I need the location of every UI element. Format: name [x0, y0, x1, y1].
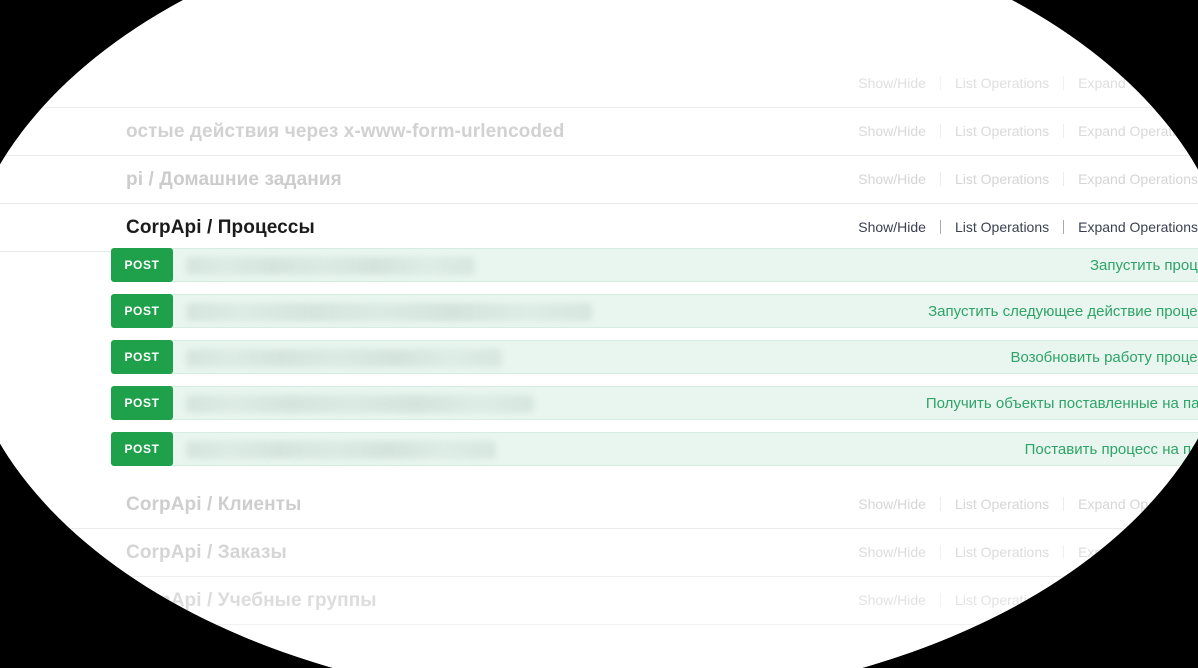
link-separator — [1063, 172, 1065, 186]
swagger-ui-page: Show/Hide List Operations Expand Operation… — [0, 0, 1198, 668]
link-separator — [939, 124, 941, 138]
operation-row[interactable]: POST Возобновить работу процесса — [111, 340, 1198, 374]
operation-description: Запустить процесс — [1089, 257, 1198, 274]
expand-operations-link[interactable]: Expand Operations — [1078, 171, 1198, 187]
list-operations-link[interactable]: List Operations — [955, 219, 1049, 235]
http-verb-badge: POST — [111, 248, 173, 282]
endpoint-path-redacted[interactable] — [186, 303, 592, 321]
show-hide-link[interactable]: Show/Hide — [858, 496, 926, 512]
expand-operations-link[interactable]: Expand Operations — [1078, 219, 1198, 235]
show-hide-link[interactable]: Show/Hide — [858, 544, 926, 560]
list-operations-link[interactable]: List Operations — [955, 171, 1049, 187]
operation-row[interactable]: POST Получить объекты поставленные на па… — [111, 386, 1198, 420]
resource-operations-links: Show/Hide List Operations — [1007, 640, 1198, 656]
link-separator — [939, 172, 941, 186]
resource-title: CorpApi / Процессы — [126, 217, 315, 238]
link-separator — [939, 497, 941, 511]
operation-row[interactable]: POST Запустить процесс — [111, 248, 1198, 282]
resource-row[interactable]: pi / Домашние задания Show/Hide List Oper… — [0, 156, 1198, 204]
resource-row[interactable]: остые действия через x-www-form-urlencod… — [0, 108, 1198, 156]
link-separator — [1088, 641, 1090, 655]
resource-row-study-groups[interactable]: CorpApi / Учебные группы Show/Hide List O… — [0, 577, 1198, 625]
screenshot-stage: Show/Hide List Operations Expand Operation… — [0, 0, 1198, 668]
operation-description: Поставить процесс на паузу — [1024, 441, 1198, 458]
endpoint-path-redacted[interactable] — [186, 349, 502, 367]
link-separator — [1063, 593, 1065, 607]
operation-description: Запустить следующее действие процесса — [928, 303, 1198, 320]
list-operations-link[interactable]: List Operations — [955, 123, 1049, 139]
link-separator — [939, 593, 941, 607]
resource-row[interactable]: Show/Hide List Operations — [0, 625, 1198, 668]
show-hide-link[interactable]: Show/Hide — [858, 123, 926, 139]
operation-row[interactable]: POST Запустить следующее действие процес… — [111, 294, 1198, 328]
link-separator — [1063, 545, 1065, 559]
expand-operations-link[interactable]: Expand Operations — [1078, 496, 1198, 512]
resource-row-orders[interactable]: CorpApi / Заказы Show/Hide List Operation… — [0, 529, 1198, 577]
resource-row-processes[interactable]: CorpApi / Процессы Show/Hide List Operati… — [0, 204, 1198, 252]
resource-title: CorpApi / Заказы — [126, 542, 287, 563]
http-verb-badge: POST — [111, 386, 173, 420]
operation-description: Получить объекты поставленные на паузу — [925, 395, 1198, 412]
spotlight-ellipse-mask: Show/Hide List Operations Expand Operation… — [0, 0, 1198, 668]
http-verb-badge: POST — [111, 432, 173, 466]
resource-operations-links: Show/Hide List Operations Expand Operation… — [858, 171, 1198, 187]
http-verb-badge: POST — [111, 294, 173, 328]
show-hide-link[interactable]: Show/Hide — [1007, 640, 1075, 656]
operation-description: Возобновить работу процесса — [1010, 349, 1198, 366]
link-separator — [1063, 497, 1065, 511]
http-verb-badge: POST — [111, 340, 173, 374]
endpoint-path-redacted[interactable] — [186, 257, 474, 275]
resource-title: CorpApi / Учебные группы — [126, 590, 377, 611]
endpoint-path-redacted[interactable] — [186, 441, 496, 459]
expand-operations-link[interactable]: Expand Operations — [1078, 544, 1198, 560]
resource-operations-links: Show/Hide List Operations Expand Operation… — [858, 123, 1198, 139]
resource-row-clients[interactable]: CorpApi / Клиенты Show/Hide List Operatio… — [0, 481, 1198, 529]
resource-title: CorpApi / Клиенты — [126, 494, 302, 515]
link-separator — [939, 220, 941, 234]
link-separator — [1063, 76, 1065, 90]
list-operations-link[interactable]: List Operations — [955, 75, 1049, 91]
operation-row[interactable]: POST Поставить процесс на паузу — [111, 432, 1198, 466]
resource-row[interactable]: Show/Hide List Operations Expand Operation… — [0, 60, 1198, 108]
link-separator — [939, 76, 941, 90]
link-separator — [1063, 124, 1065, 138]
resource-title: pi / Домашние задания — [126, 169, 342, 190]
show-hide-link[interactable]: Show/Hide — [858, 592, 926, 608]
show-hide-link[interactable]: Show/Hide — [858, 171, 926, 187]
list-operations-link[interactable]: List Operations — [955, 496, 1049, 512]
expand-operations-link[interactable]: Expand Operations — [1078, 75, 1198, 91]
list-operations-link[interactable]: List Operations — [955, 592, 1049, 608]
expand-operations-link[interactable]: Expand Operations — [1078, 123, 1198, 139]
resource-operations-links: Show/Hide List Operations Expand Operation… — [858, 544, 1198, 560]
resource-title: остые действия через x-www-form-urlencod… — [126, 121, 565, 142]
expand-operations-link[interactable]: Expand Operations — [1078, 592, 1198, 608]
show-hide-link[interactable]: Show/Hide — [858, 219, 926, 235]
link-separator — [939, 545, 941, 559]
resource-operations-links: Show/Hide List Operations Expand Operation… — [858, 75, 1198, 91]
resource-operations-links: Show/Hide List Operations Expand Operation… — [858, 592, 1198, 608]
resource-operations-links: Show/Hide List Operations Expand Operation… — [858, 219, 1198, 235]
list-operations-link[interactable]: List Operations — [955, 544, 1049, 560]
show-hide-link[interactable]: Show/Hide — [858, 75, 926, 91]
list-operations-link[interactable]: List Operations — [1104, 640, 1198, 656]
resource-operations-links: Show/Hide List Operations Expand Operation… — [858, 496, 1198, 512]
link-separator — [1063, 220, 1065, 234]
endpoint-path-redacted[interactable] — [186, 395, 534, 413]
